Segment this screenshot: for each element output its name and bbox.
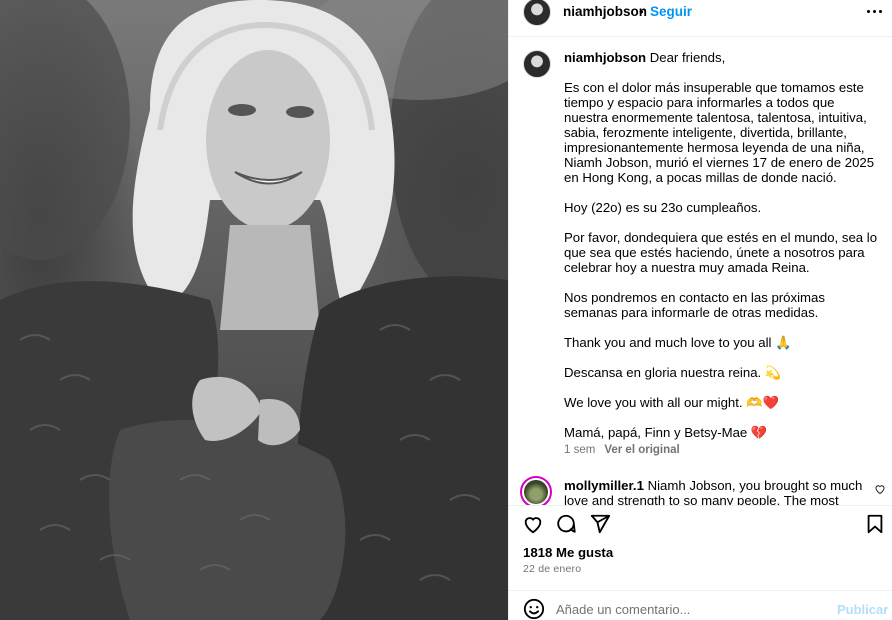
caption-first-line: Dear friends, — [649, 50, 726, 65]
caption-area: niamhjobson Dear friends, Es con el dolo… — [509, 38, 892, 468]
comment-item: mollymiller.1 Niamh Jobson, you brought … — [509, 473, 892, 505]
caption-paragraph: Nos pondremos en contacto en las próxima… — [564, 290, 825, 320]
caption-paragraph: Por favor, dondequiera que estés en el m… — [564, 230, 878, 275]
comment-icon[interactable] — [555, 513, 577, 535]
caption-meta: 1 sem Ver el original — [564, 444, 680, 456]
caption-paragraph: Hoy (22o) es su 23o cumpleaños. — [564, 200, 762, 215]
see-original-link[interactable]: Ver el original — [604, 444, 679, 456]
comment-input[interactable] — [556, 598, 826, 620]
caption-text: niamhjobson Dear friends, Es con el dolo… — [564, 50, 879, 455]
separator-dot: • — [639, 4, 644, 19]
author-avatar[interactable] — [523, 0, 551, 26]
post-header: niamhjobson • Seguir — [509, 0, 892, 37]
follow-button[interactable]: Seguir — [650, 4, 692, 19]
caption-paragraph: We love you with all our might. 🫶❤️ — [564, 395, 780, 410]
portrait-image — [0, 0, 508, 620]
comment-like-icon[interactable] — [874, 483, 886, 495]
post-age: 1 sem — [564, 444, 596, 456]
caption-paragraph: Thank you and much love to you all 🙏 — [564, 335, 792, 350]
share-icon[interactable] — [589, 513, 611, 535]
commenter-avatar[interactable] — [520, 476, 552, 505]
author-username[interactable]: niamhjobson — [563, 4, 647, 19]
more-options-icon[interactable] — [865, 1, 885, 21]
post-details-panel: niamhjobson • Seguir niamhjobson Dear fr… — [508, 0, 892, 620]
caption-paragraph: Descansa en gloria nuestra reina. 💫 — [564, 365, 782, 380]
likes-count[interactable]: 1818 Me gusta — [523, 545, 613, 560]
caption-paragraph: Mamá, papá, Finn y Betsy-Mae 💔 — [564, 425, 768, 440]
post-date[interactable]: 22 de enero — [523, 563, 581, 575]
caption-username[interactable]: niamhjobson — [564, 50, 646, 65]
comment-text: mollymiller.1 Niamh Jobson, you brought … — [564, 478, 864, 505]
like-icon[interactable] — [522, 513, 544, 535]
commenter-username[interactable]: mollymiller.1 — [564, 478, 644, 493]
caption-paragraph: Es con el dolor más insuperable que toma… — [564, 80, 875, 185]
save-icon[interactable] — [864, 513, 886, 535]
caption-avatar[interactable] — [523, 50, 551, 78]
emoji-icon[interactable] — [523, 598, 545, 620]
publish-button[interactable]: Publicar — [837, 602, 888, 617]
comment-composer: Publicar — [509, 590, 892, 620]
post-photo[interactable] — [0, 0, 508, 620]
action-bar — [509, 505, 892, 541]
